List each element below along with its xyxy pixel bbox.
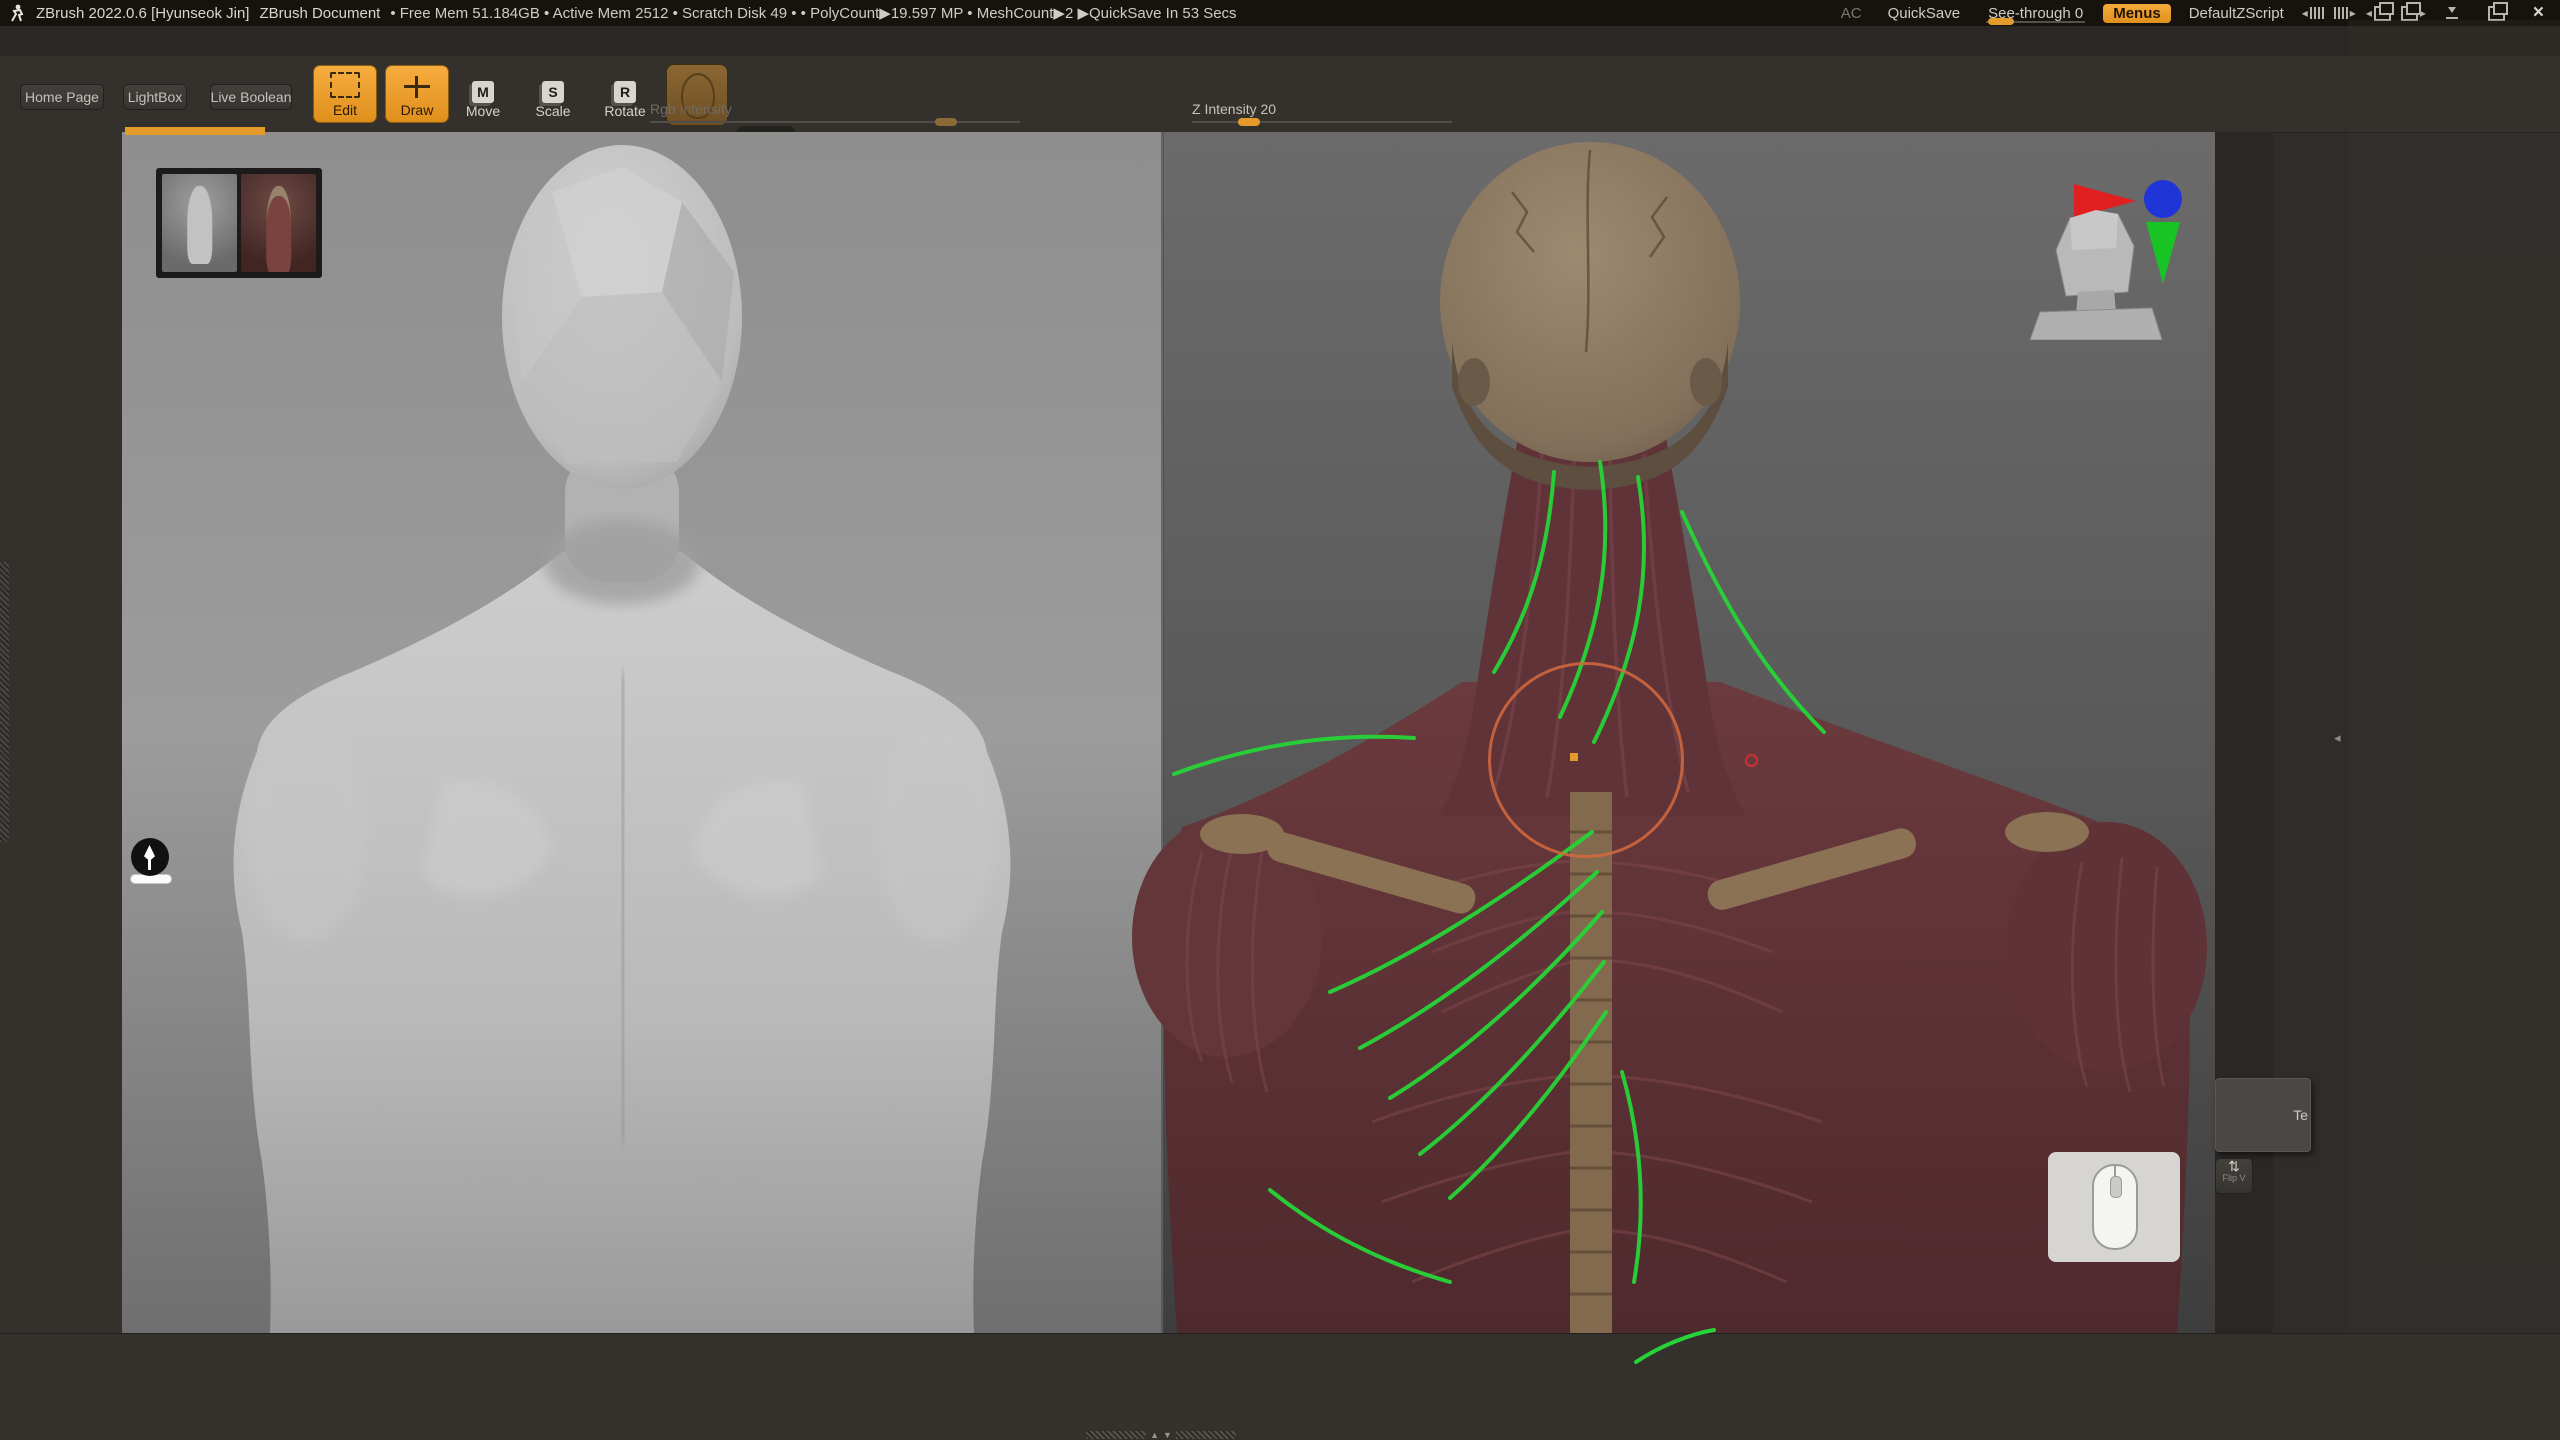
ac-button[interactable]: AC — [1833, 5, 1870, 22]
edit-button[interactable]: Edit — [313, 65, 377, 123]
close-button[interactable]: × — [2533, 8, 2544, 18]
move-label: Move — [466, 103, 500, 119]
camera-head-preview — [2030, 200, 2162, 340]
panel-dock-left-icon[interactable]: ◂ — [2366, 6, 2391, 21]
quicksave-button[interactable]: QuickSave — [1880, 5, 1969, 22]
flip-v-label: Flip V — [2222, 1173, 2245, 1183]
z-intensity-label: Z Intensity 20 — [1192, 102, 1452, 117]
move-icon: M — [472, 81, 494, 103]
title-bar: ZBrush 2022.0.6 [Hyunseok Jin] ZBrush Do… — [0, 0, 2560, 26]
see-through-slider[interactable]: See-through 0 — [1978, 5, 2093, 22]
scale-icon: S — [542, 81, 564, 103]
rgb-intensity-label: Rgb Intensity — [650, 102, 1020, 117]
viewport-canvas[interactable] — [122, 132, 2215, 1333]
draw-label: Draw — [401, 102, 434, 118]
zbrush-app: ZBrush 2022.0.6 [Hyunseok Jin] ZBrush Do… — [0, 0, 2560, 1440]
tray-resize-handle[interactable]: ▲▼ — [1086, 1430, 1236, 1440]
zbrush-logo-icon — [8, 4, 26, 22]
bottom-panel — [0, 1333, 2560, 1440]
texture-panel: Te ⇅ Flip V — [2215, 1078, 2340, 1194]
rotate-label: Rotate — [604, 103, 645, 119]
move-button[interactable]: M Move — [457, 65, 509, 123]
texture-popup-label: Te — [2293, 1107, 2308, 1123]
menus-button[interactable]: Menus — [2103, 4, 2171, 23]
annotation-stroke-overlay — [1630, 1326, 1720, 1366]
menu-bar — [0, 26, 2560, 56]
symmetry-point-marker — [1745, 754, 1758, 767]
edit-label: Edit — [333, 102, 357, 118]
shelf-divider-left-icon[interactable]: ◂ — [2302, 6, 2324, 20]
home-page-button[interactable]: Home Page — [20, 84, 104, 110]
reference-thumbnails[interactable] — [156, 168, 322, 278]
brush-cursor-ring — [1488, 662, 1684, 858]
texture-preview-popup: Te — [2215, 1078, 2311, 1152]
see-through-label: See-through 0 — [1988, 5, 2083, 22]
panel-collapse-arrow[interactable]: ◂ — [2334, 730, 2341, 746]
canvas-artwork — [122, 132, 2215, 1333]
brush-center-marker — [1570, 753, 1578, 761]
draw-button[interactable]: Draw — [385, 65, 449, 123]
lightbox-button[interactable]: LightBox — [123, 84, 187, 110]
edit-icon — [330, 72, 360, 98]
draw-icon — [404, 76, 430, 98]
reference-thumb-anatomy[interactable] — [241, 174, 316, 272]
left-shelf — [0, 132, 122, 1440]
shelf-divider-right-icon[interactable]: ▸ — [2334, 6, 2356, 20]
app-title: ZBrush 2022.0.6 [Hyunseok Jin] — [36, 5, 249, 22]
flip-v-icon: ⇅ — [2216, 1159, 2252, 1173]
shelf-drag-rail[interactable] — [0, 562, 9, 842]
memory-stats: • Free Mem 51.184GB • Active Mem 2512 • … — [390, 4, 1236, 22]
rotate-icon: R — [614, 81, 636, 103]
reference-thumb-grey[interactable] — [162, 174, 237, 272]
mouse-indicator-overlay — [2048, 1152, 2180, 1262]
top-shelf: Home Page LightBox Live Boolean Edit Dra… — [0, 56, 2560, 133]
right-panel — [2348, 20, 2560, 1440]
quicksave-progress-bar — [125, 127, 265, 135]
scale-button[interactable]: S Scale — [527, 65, 579, 123]
minimize-button[interactable] — [2446, 7, 2458, 19]
annotation-app-icon[interactable] — [131, 838, 169, 876]
restore-button[interactable] — [2488, 6, 2505, 21]
default-zscript-button[interactable]: DefaultZScript — [2181, 5, 2292, 22]
scale-label: Scale — [535, 103, 570, 119]
rotate-button[interactable]: R Rotate — [596, 65, 654, 123]
live-boolean-button[interactable]: Live Boolean — [210, 84, 292, 110]
annotation-toolbar — [130, 838, 174, 884]
z-intensity-slider[interactable]: Z Intensity 20 — [1192, 102, 1452, 117]
flip-v-button[interactable]: ⇅ Flip V — [2215, 1158, 2253, 1194]
panel-dock-right-icon[interactable]: ▸ — [2401, 6, 2426, 21]
document-title: ZBrush Document — [259, 5, 380, 22]
rgb-intensity-slider[interactable]: Rgb Intensity — [650, 102, 1020, 117]
